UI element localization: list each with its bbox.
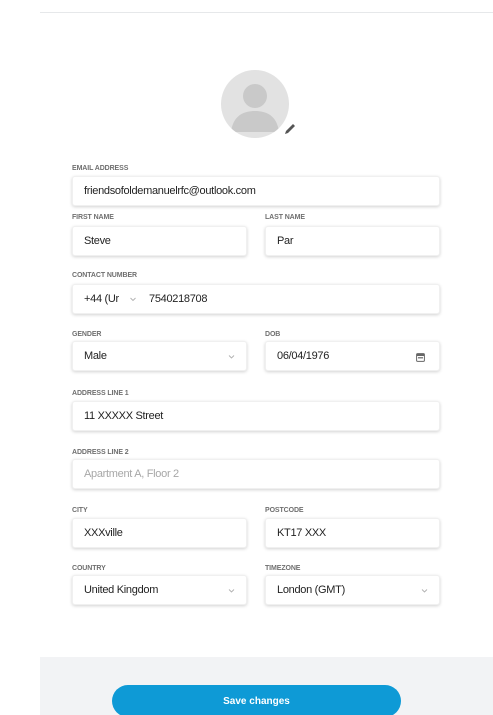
pencil-icon[interactable] [283,122,297,136]
avatar-section [221,70,299,138]
timezone-value: London (GMT) [277,584,345,596]
last-name-label: LAST NAME [265,214,305,221]
chevron-down-icon [421,589,428,593]
default-user-avatar-icon [231,84,279,132]
phone-number-input[interactable]: 7540218708 [149,285,207,313]
contact-number-field: +44 (Ur 7540218708 [72,284,440,314]
email-field[interactable]: friendsofoldemanuelrfc@outlook.com [72,176,440,206]
address-line-1-label: ADDRESS LINE 1 [72,390,129,397]
chevron-down-icon [228,589,235,593]
postcode-field[interactable]: KT17 XXX [265,518,440,548]
address-line-2-field[interactable]: Apartment A, Floor 2 [72,459,440,489]
dob-label: DOB [265,331,281,338]
first-name-label: FIRST NAME [72,214,114,221]
timezone-select[interactable]: London (GMT) [265,575,440,605]
dob-value: 06/04/1976 [277,350,330,362]
chevron-down-icon [228,355,235,359]
postcode-label: POSTCODE [265,507,304,514]
country-value: United Kingdom [84,584,159,596]
country-label: COUNTRY [72,565,106,572]
first-name-field[interactable]: Steve [72,226,247,256]
country-code-select[interactable]: +44 (Ur [84,285,119,313]
country-select[interactable]: United Kingdom [72,575,247,605]
timezone-label: TIMEZONE [265,565,301,572]
email-label: EMAIL ADDRESS [72,165,129,172]
top-divider [40,12,493,13]
avatar[interactable] [221,70,289,138]
gender-select[interactable]: Male [72,341,247,371]
city-label: CITY [72,507,88,514]
gender-value: Male [84,350,107,362]
dob-field[interactable]: 06/04/1976 [265,341,440,371]
last-name-field[interactable]: Par [265,226,440,256]
address-line-2-label: ADDRESS LINE 2 [72,449,129,456]
calendar-icon[interactable] [416,352,425,362]
gender-label: GENDER [72,331,102,338]
city-field[interactable]: XXXville [72,518,247,548]
save-changes-button[interactable]: Save changes [112,685,401,715]
address-line-1-field[interactable]: 11 XXXXX Street [72,401,440,431]
chevron-down-icon[interactable] [129,295,137,303]
contact-number-label: CONTACT NUMBER [72,272,137,279]
